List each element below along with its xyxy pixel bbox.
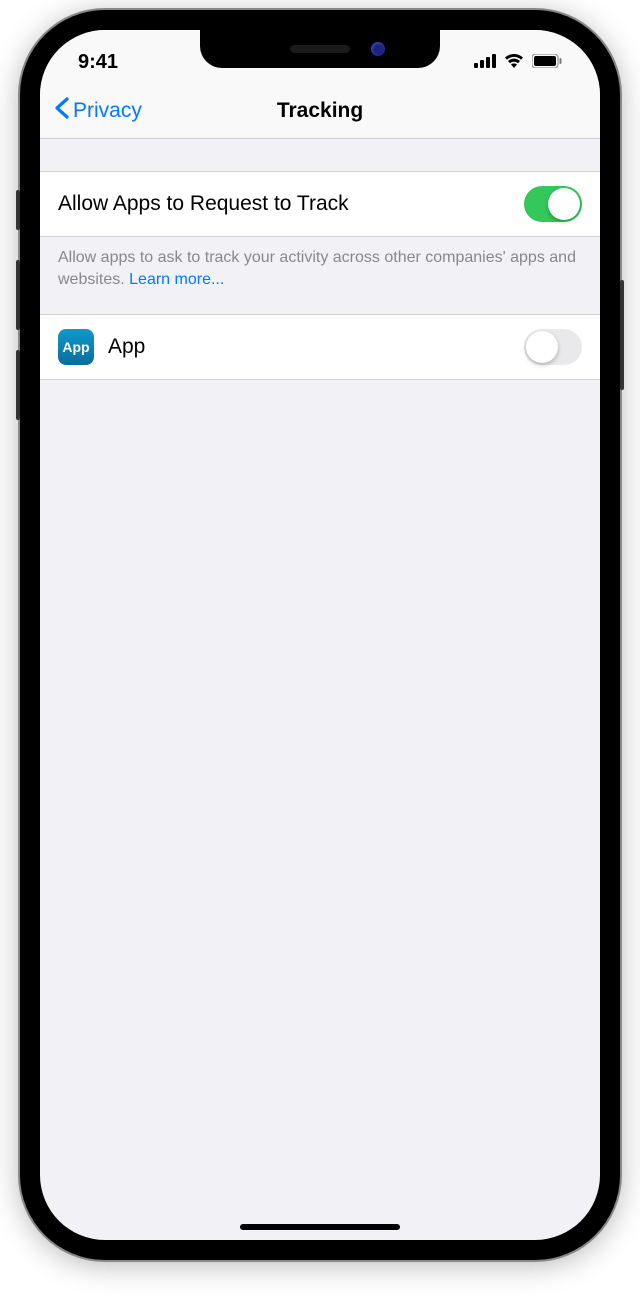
battery-icon <box>532 51 562 74</box>
front-camera <box>371 42 385 56</box>
back-button[interactable]: Privacy <box>54 97 142 125</box>
speaker-grille <box>290 45 350 53</box>
notch <box>200 30 440 68</box>
toggle-knob <box>526 331 558 363</box>
app-label: App <box>108 335 524 359</box>
volume-down-button <box>16 350 20 420</box>
allow-tracking-label: Allow Apps to Request to Track <box>58 192 524 216</box>
home-indicator[interactable] <box>240 1224 400 1230</box>
wifi-icon <box>503 51 525 74</box>
screen: 9:41 Privacy Tracking <box>40 30 600 1240</box>
app-tracking-toggle[interactable] <box>524 329 582 365</box>
app-icon: App <box>58 329 94 365</box>
app-row: App App <box>40 314 600 380</box>
page-title: Tracking <box>277 99 363 123</box>
chevron-left-icon <box>54 97 69 125</box>
content-area: Allow Apps to Request to Track Allow app… <box>40 139 600 380</box>
silence-switch <box>16 190 20 230</box>
navigation-bar: Privacy Tracking <box>40 84 600 139</box>
allow-tracking-row: Allow Apps to Request to Track <box>40 171 600 237</box>
back-label: Privacy <box>73 99 142 123</box>
allow-tracking-footer: Allow apps to ask to track your activity… <box>40 237 600 314</box>
phone-frame: 9:41 Privacy Tracking <box>20 10 620 1260</box>
volume-up-button <box>16 260 20 330</box>
learn-more-link[interactable]: Learn more... <box>129 271 224 288</box>
allow-tracking-toggle[interactable] <box>524 186 582 222</box>
toggle-knob <box>548 188 580 220</box>
power-button <box>620 280 624 390</box>
cellular-signal-icon <box>474 51 496 74</box>
status-time: 9:41 <box>78 51 118 74</box>
